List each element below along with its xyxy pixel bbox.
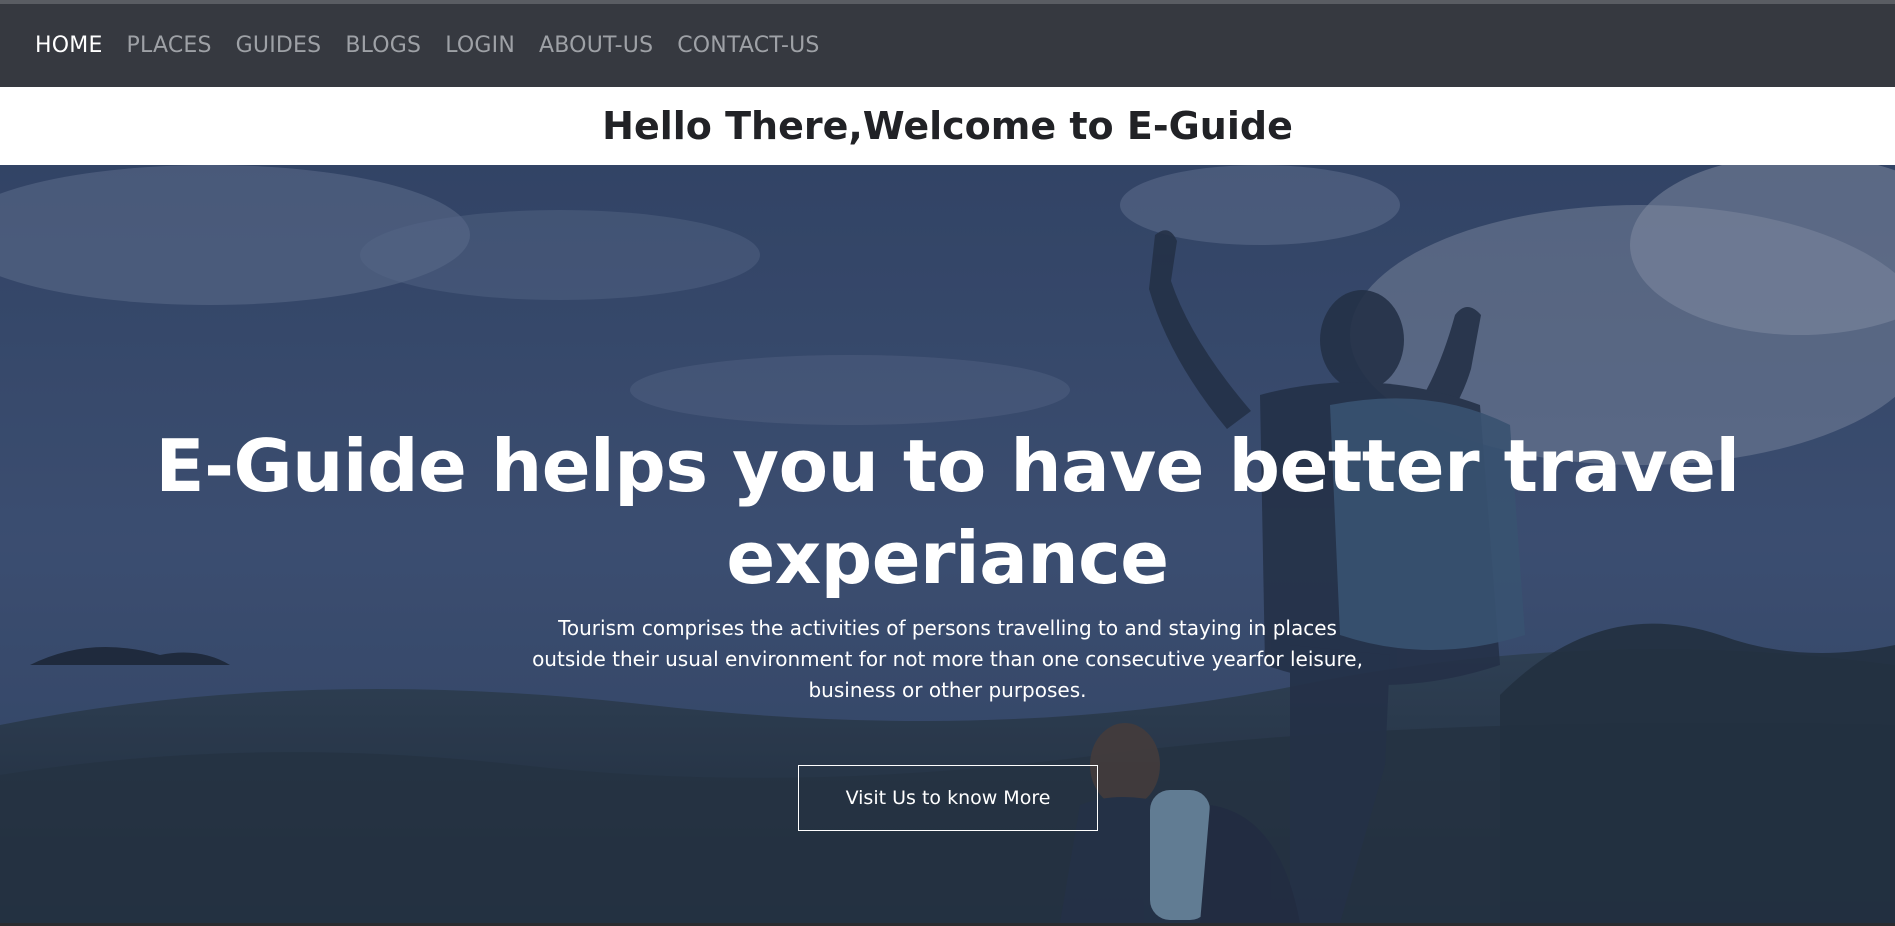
nav-item-login[interactable]: LOGIN xyxy=(445,33,515,58)
nav-item-guides[interactable]: GUIDES xyxy=(236,33,322,58)
hero-section: E-Guide helps you to have better travel … xyxy=(0,165,1895,923)
nav-item-blogs[interactable]: BLOGS xyxy=(345,33,421,58)
welcome-banner: Hello There,Welcome to E-Guide xyxy=(0,87,1895,165)
hero-content: E-Guide helps you to have better travel … xyxy=(0,165,1895,923)
visit-us-button[interactable]: Visit Us to know More xyxy=(798,765,1098,831)
nav-item-contact-us[interactable]: CONTACT-US xyxy=(677,33,819,58)
hero-heading: E-Guide helps you to have better travel … xyxy=(155,424,1740,600)
welcome-title: Hello There,Welcome to E-Guide xyxy=(602,104,1293,148)
nav-item-places[interactable]: PLACES xyxy=(127,33,212,58)
navbar: HOME PLACES GUIDES BLOGS LOGIN ABOUT-US … xyxy=(0,4,1895,87)
hero-description: Tourism comprises the activities of pers… xyxy=(532,616,1363,702)
nav-item-home[interactable]: HOME xyxy=(35,33,103,58)
nav-item-about-us[interactable]: ABOUT-US xyxy=(539,33,653,58)
